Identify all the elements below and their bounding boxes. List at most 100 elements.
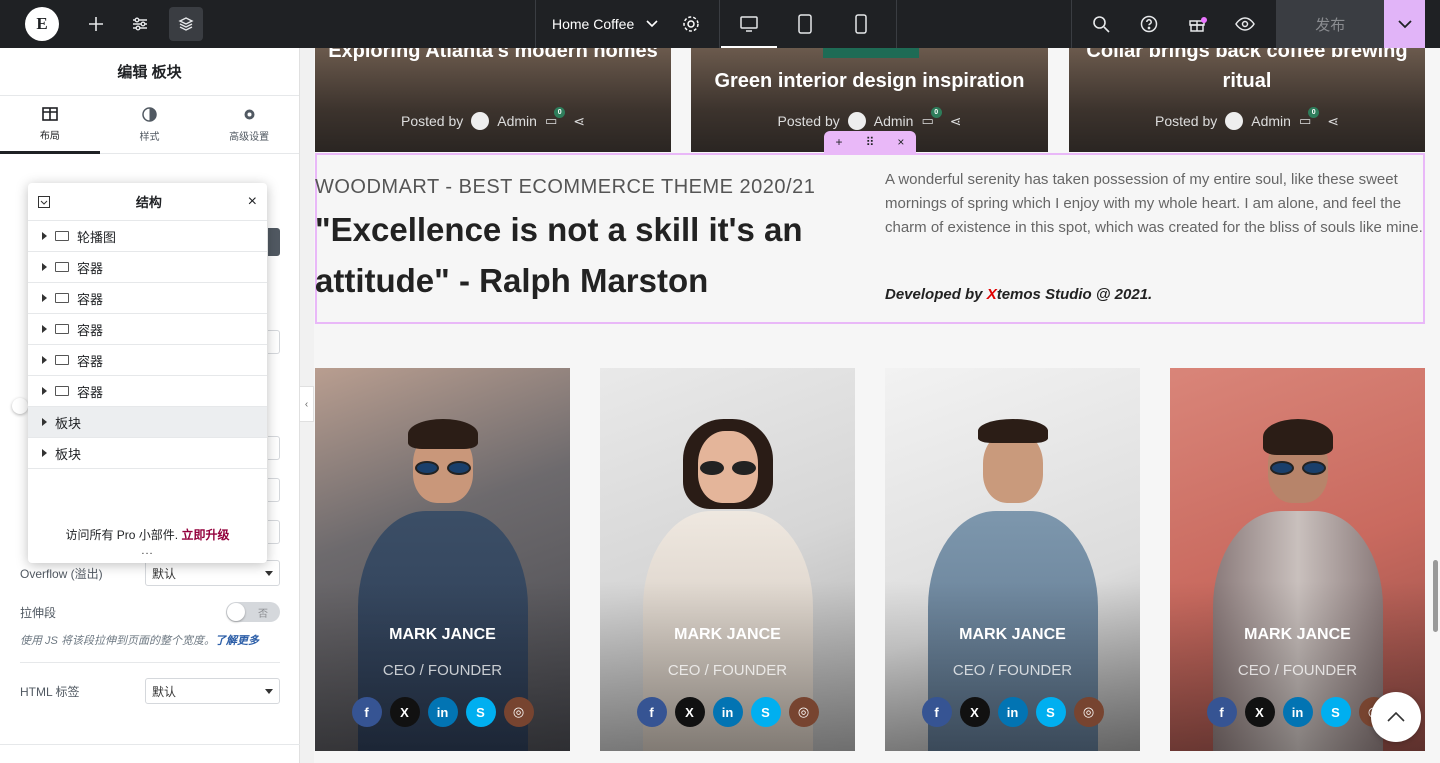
team-socials: f X in S ◎ xyxy=(600,697,855,727)
linkedin-icon[interactable]: in xyxy=(1282,697,1313,727)
posted-by: Posted by xyxy=(1155,113,1218,129)
plus-icon[interactable] xyxy=(79,7,113,41)
share-icon[interactable]: ⋖ xyxy=(950,113,962,130)
layers-icon[interactable] xyxy=(169,7,203,41)
blog-title[interactable]: Exploring Atlanta's modern homes xyxy=(315,48,671,66)
share-icon[interactable]: ⋖ xyxy=(573,113,585,130)
gift-icon[interactable] xyxy=(1180,7,1214,41)
structure-item-container[interactable]: 容器 xyxy=(28,345,267,376)
blog-title[interactable]: Green interior design inspiration xyxy=(691,66,1048,96)
tab-layout[interactable]: 布局 xyxy=(0,96,100,154)
publish-options-button[interactable] xyxy=(1384,0,1426,48)
structure-item-container[interactable]: 容器 xyxy=(28,376,267,407)
html-tag-select[interactable]: 默认 xyxy=(145,678,280,704)
search-icon[interactable] xyxy=(1084,7,1118,41)
comment-icon[interactable]: ▭ 0 xyxy=(545,107,566,129)
skype-icon[interactable]: S xyxy=(465,697,496,727)
structure-item-container[interactable]: 容器 xyxy=(28,252,267,283)
skype-icon[interactable]: S xyxy=(1320,697,1351,727)
mobile-icon[interactable] xyxy=(833,0,889,48)
share-icon[interactable]: ⋖ xyxy=(1327,113,1339,130)
expand-icon[interactable] xyxy=(42,387,47,395)
instagram-icon[interactable]: ◎ xyxy=(503,697,534,727)
desktop-icon[interactable] xyxy=(721,0,778,48)
team-card[interactable]: MARK JANCE CEO / FOUNDER f X in S ◎ xyxy=(885,368,1140,751)
add-icon[interactable]: + xyxy=(836,135,843,149)
caret-down-icon xyxy=(265,570,273,576)
pro-upsell: 访问所有 Pro 小部件. 立即升级 xyxy=(28,526,267,543)
tab-style[interactable]: 样式 xyxy=(100,96,200,153)
panel-collapse-button[interactable]: ‹ xyxy=(300,386,314,422)
expand-icon[interactable] xyxy=(42,263,47,271)
avatar xyxy=(1225,112,1244,130)
stretch-label: 拉伸段 xyxy=(20,605,57,620)
team-role: CEO / FOUNDER xyxy=(667,662,788,679)
overflow-value: 默认 xyxy=(152,566,177,581)
structure-item-container[interactable]: 容器 xyxy=(28,283,267,314)
expand-icon[interactable] xyxy=(42,325,47,333)
expand-icon[interactable] xyxy=(42,232,47,240)
x-twitter-icon[interactable]: X xyxy=(1244,697,1275,727)
comment-icon[interactable]: ▭ 0 xyxy=(921,107,942,129)
skype-icon[interactable]: S xyxy=(1035,697,1066,727)
tab-advanced[interactable]: 高级设置 xyxy=(199,96,299,153)
gear-icon[interactable] xyxy=(682,15,700,33)
scroll-to-top-button[interactable] xyxy=(1371,692,1421,742)
stretch-toggle[interactable]: 否 xyxy=(226,602,280,622)
expand-icon[interactable] xyxy=(42,418,47,426)
panel-title: 编辑 板块 xyxy=(0,48,299,96)
linkedin-icon[interactable]: in xyxy=(427,697,458,727)
skype-icon[interactable]: S xyxy=(750,697,781,727)
overflow-select[interactable]: 默认 xyxy=(145,560,280,586)
sliders-icon[interactable] xyxy=(123,7,157,41)
section-handle[interactable]: + ⠿ × xyxy=(824,131,916,153)
team-card[interactable]: MARK JANCE CEO / FOUNDER f X in S ◎ xyxy=(600,368,855,751)
blog-card[interactable]: Collar brings back coffee brewing ritual… xyxy=(1069,48,1425,152)
tablet-icon[interactable] xyxy=(777,0,833,48)
expand-icon[interactable] xyxy=(42,356,47,364)
author[interactable]: Admin xyxy=(874,113,914,129)
expand-icon[interactable] xyxy=(42,449,47,457)
close-icon[interactable]: × xyxy=(248,193,257,211)
blog-title[interactable]: Collar brings back coffee brewing ritual xyxy=(1069,48,1425,96)
page-selector[interactable]: Home Coffee xyxy=(536,0,716,48)
structure-item-slider[interactable]: 轮播图 xyxy=(28,221,267,252)
x-twitter-icon[interactable]: X xyxy=(959,697,990,727)
facebook-icon[interactable]: f xyxy=(921,697,952,727)
expand-icon[interactable] xyxy=(42,294,47,302)
close-icon[interactable]: × xyxy=(897,135,904,149)
more-handle[interactable]: ... xyxy=(28,545,267,557)
comment-icon[interactable]: ▭ 0 xyxy=(1299,107,1320,129)
scrollbar-thumb[interactable] xyxy=(1433,560,1438,632)
facebook-icon[interactable]: f xyxy=(1206,697,1237,727)
author[interactable]: Admin xyxy=(1251,113,1291,129)
linkedin-icon[interactable]: in xyxy=(712,697,743,727)
collapse-icon[interactable] xyxy=(38,195,50,208)
facebook-icon[interactable]: f xyxy=(351,697,382,727)
structure-item-section[interactable]: 板块 xyxy=(28,407,267,438)
team-card[interactable]: MARK JANCE CEO / FOUNDER f X in S ◎ xyxy=(315,368,570,751)
instagram-icon[interactable]: ◎ xyxy=(788,697,819,727)
structure-item-container[interactable]: 容器 xyxy=(28,314,267,345)
comment-count: 0 xyxy=(1308,107,1320,118)
drag-icon[interactable]: ⠿ xyxy=(866,135,875,149)
panel-tabs: 布局 样式 高级设置 xyxy=(0,96,299,154)
eye-icon[interactable] xyxy=(1228,7,1262,41)
category-tag[interactable] xyxy=(823,48,919,58)
tab-label: 样式 xyxy=(139,131,160,143)
container-icon xyxy=(55,231,69,241)
structure-item-label: 容器 xyxy=(77,322,104,338)
instagram-icon[interactable]: ◎ xyxy=(1073,697,1104,727)
structure-item-section[interactable]: 板块 xyxy=(28,438,267,469)
linkedin-icon[interactable]: in xyxy=(997,697,1028,727)
x-twitter-icon[interactable]: X xyxy=(674,697,705,727)
learn-more-link[interactable]: 了解更多 xyxy=(215,635,259,647)
elementor-logo-icon[interactable]: E xyxy=(25,7,59,41)
author[interactable]: Admin xyxy=(497,113,537,129)
facebook-icon[interactable]: f xyxy=(636,697,667,727)
publish-button[interactable]: 发布 xyxy=(1276,0,1385,48)
blog-card[interactable]: Exploring Atlanta's modern homes Posted … xyxy=(315,48,671,152)
x-twitter-icon[interactable]: X xyxy=(389,697,420,727)
help-icon[interactable] xyxy=(1132,7,1166,41)
upgrade-link[interactable]: 立即升级 xyxy=(182,528,230,542)
